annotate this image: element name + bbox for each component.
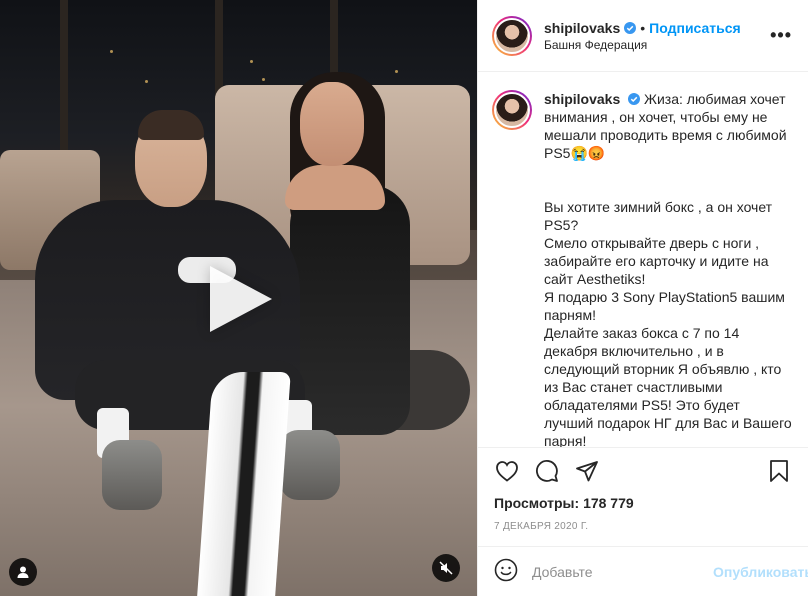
caption-line: Смело открывайте дверь с ноги , забирайт… xyxy=(544,235,769,287)
avatar[interactable] xyxy=(492,15,532,56)
bookmark-icon[interactable] xyxy=(766,458,792,484)
share-icon[interactable] xyxy=(574,458,600,484)
caption-username[interactable]: shipilovaks xyxy=(544,91,620,107)
woman-head xyxy=(300,82,364,166)
separator-dot: • xyxy=(640,19,646,36)
play-icon[interactable] xyxy=(210,266,272,332)
comment-box: Опубликовать xyxy=(478,546,808,596)
verified-icon xyxy=(628,93,641,105)
caption-line: Делайте заказ бокса с 7 по 14 декабря вк… xyxy=(544,325,792,448)
woman-shoulders xyxy=(285,165,385,210)
location-link[interactable]: Башня Федерация xyxy=(544,38,770,52)
caption-line: Вы хотите зимний бокс , а он хочет PS5? xyxy=(544,199,773,233)
caption-line: Я подарю 3 Sony PlayStation5 вашим парня… xyxy=(544,289,785,323)
views-count[interactable]: Просмотры: 178 779 xyxy=(478,495,808,511)
post-side-panel: shipilovaks • Подписаться Башня Федераци… xyxy=(477,0,808,596)
heart-icon[interactable] xyxy=(494,458,520,484)
post-date[interactable]: 7 декабря 2020 г. xyxy=(478,521,808,532)
woman-figure xyxy=(290,185,410,435)
comment-input[interactable] xyxy=(532,563,713,580)
caption-scroll[interactable]: shipilovaks Жиза: любимая хочет внимания… xyxy=(478,72,808,448)
more-options-icon[interactable]: ••• xyxy=(770,25,792,46)
ps5-console xyxy=(197,372,291,596)
shoe-left xyxy=(102,440,162,510)
username-link[interactable]: shipilovaks xyxy=(544,20,620,36)
emoji-icon[interactable] xyxy=(494,558,518,585)
man-hair xyxy=(138,110,204,140)
user-icon[interactable] xyxy=(9,558,37,586)
views-label: Просмотры: xyxy=(494,495,580,511)
shoe-right xyxy=(280,430,340,500)
post-header: shipilovaks • Подписаться Башня Федераци… xyxy=(478,0,808,72)
publish-button[interactable]: Опубликовать xyxy=(713,564,808,580)
views-value: 178 779 xyxy=(583,495,634,511)
mute-icon[interactable] xyxy=(432,554,460,582)
comment-icon[interactable] xyxy=(534,458,560,484)
caption-text: shipilovaks Жиза: любимая хочет внимания… xyxy=(544,90,792,447)
video-player[interactable] xyxy=(0,0,477,596)
verified-icon xyxy=(624,21,637,34)
caption-avatar[interactable] xyxy=(492,90,532,130)
follow-button[interactable]: Подписаться xyxy=(649,20,741,36)
action-bar xyxy=(478,448,808,494)
